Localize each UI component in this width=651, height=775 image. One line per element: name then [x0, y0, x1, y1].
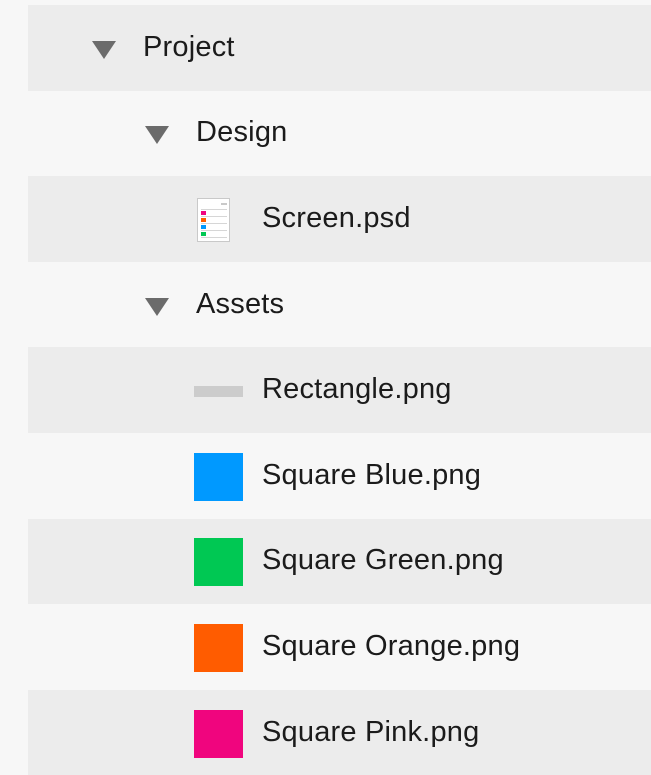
rectangle-thumbnail-icon	[194, 386, 243, 398]
psd-document-icon	[197, 197, 230, 242]
caret-down-icon[interactable]	[92, 40, 116, 59]
tree-row-label: Square Green.png	[262, 544, 504, 577]
layer-tree: Project Design Screen.psd Assets Rectang…	[28, 5, 651, 775]
tree-row-design[interactable]: Design	[28, 90, 651, 177]
tree-row-square-blue-png[interactable]: Square Blue.png	[28, 432, 651, 519]
tree-row-square-pink-png[interactable]: Square Pink.png	[28, 689, 651, 775]
tree-row-label: Assets	[196, 287, 285, 320]
tree-row-label: Square Orange.png	[262, 629, 521, 662]
tree-row-square-orange-png[interactable]: Square Orange.png	[28, 604, 651, 690]
tree-row-screen-psd[interactable]: Screen.psd	[28, 176, 651, 262]
tree-row-label: Square Blue.png	[262, 458, 482, 491]
caret-down-icon[interactable]	[145, 297, 169, 316]
orange-square-thumbnail-icon	[194, 623, 243, 672]
tree-row-label: Rectangle.png	[262, 373, 452, 406]
tree-row-project[interactable]: Project	[28, 5, 651, 91]
tree-row-label: Design	[196, 116, 288, 149]
tree-row-label: Screen.psd	[262, 201, 411, 234]
tree-row-square-green-png[interactable]: Square Green.png	[28, 518, 651, 605]
tree-row-rectangle-png[interactable]: Rectangle.png	[28, 347, 651, 433]
tree-row-assets[interactable]: Assets	[28, 261, 651, 348]
blue-square-thumbnail-icon	[194, 452, 243, 501]
tree-row-label: Square Pink.png	[262, 715, 480, 748]
tree-row-label: Project	[143, 30, 235, 63]
caret-down-icon[interactable]	[145, 126, 169, 145]
pink-square-thumbnail-icon	[194, 709, 243, 758]
green-square-thumbnail-icon	[194, 538, 243, 587]
